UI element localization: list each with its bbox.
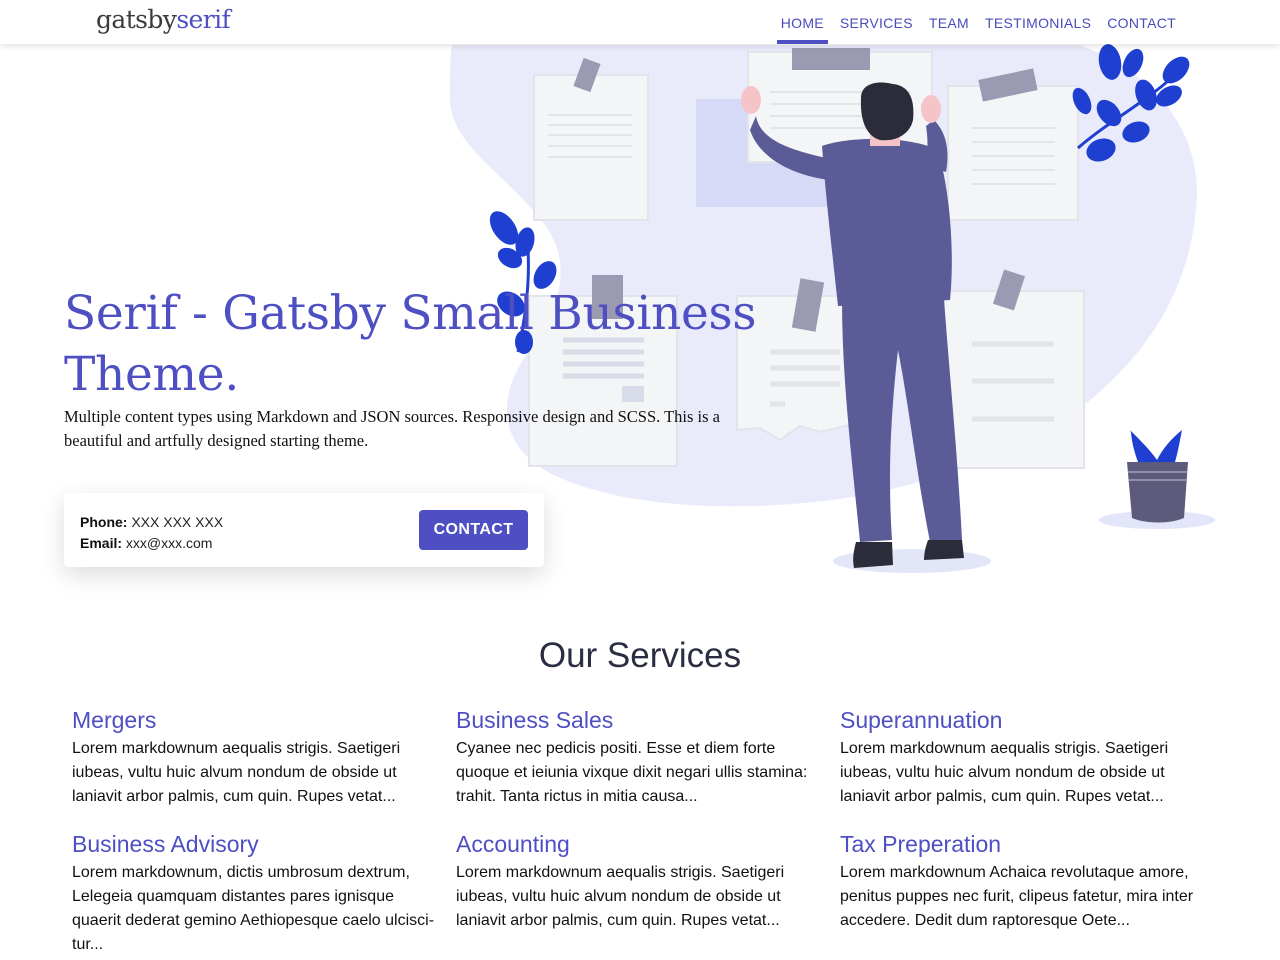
service-card-mergers: Mergers Lorem markdownum aequalis strigi… <box>72 705 442 809</box>
site-logo[interactable]: gatsbyserif <box>96 5 231 34</box>
nav-contact[interactable]: CONTACT <box>1099 0 1184 44</box>
phone-label: Phone: <box>80 514 128 530</box>
service-card-superannuation: Superannuation Lorem markdownum aequalis… <box>840 705 1210 809</box>
note-paper-1 <box>533 57 649 221</box>
potted-plant <box>1099 430 1215 529</box>
contact-card: Phone: XXX XXX XXX Email: xxx@xxx.com CO… <box>64 493 544 567</box>
logo-text-serif: serif <box>176 5 231 34</box>
nav-services[interactable]: SERVICES <box>832 0 921 44</box>
service-description: Lorem markdownum aequalis strigis. Saeti… <box>456 864 785 929</box>
note-paper-3 <box>947 68 1079 221</box>
nav-team[interactable]: TEAM <box>921 0 977 44</box>
contact-details: Phone: XXX XXX XXX Email: xxx@xxx.com <box>80 512 223 554</box>
site-header: gatsbyserif HOME SERVICES TEAM TESTIMONI… <box>0 0 1280 44</box>
main-nav: HOME SERVICES TEAM TESTIMONIALS CONTACT <box>773 0 1184 44</box>
service-description: Cyanee nec pedicis positi. Esse et diem … <box>456 740 808 805</box>
service-title[interactable]: Tax Preperation <box>840 829 1210 859</box>
nav-home[interactable]: HOME <box>773 0 832 44</box>
services-heading: Our Services <box>538 636 742 675</box>
service-card-business-advisory: Business Advisory Lorem markdownum, dict… <box>72 829 442 957</box>
hero-title: Serif - Gatsby Small Business Theme. <box>64 286 757 402</box>
service-card-business-sales: Business Sales Cyanee nec pedicis positi… <box>456 705 826 809</box>
service-description: Lorem markdownum aequalis strigis. Saeti… <box>840 740 1169 805</box>
service-title[interactable]: Mergers <box>72 705 442 735</box>
service-description: Lorem markdownum Achaica revolutaque amo… <box>840 864 1194 929</box>
service-card-accounting: Accounting Lorem markdownum aequalis str… <box>456 829 826 933</box>
service-title[interactable]: Business Advisory <box>72 829 442 859</box>
nav-testimonials[interactable]: TESTIMONIALS <box>977 0 1099 44</box>
phone-value: XXX XXX XXX <box>131 514 224 530</box>
service-description: Lorem markdownum aequalis strigis. Saeti… <box>72 740 401 805</box>
email-line: Email: xxx@xxx.com <box>80 533 223 554</box>
service-title[interactable]: Superannuation <box>840 705 1210 735</box>
contact-button[interactable]: CONTACT <box>419 510 528 550</box>
service-description: Lorem markdownum, dictis umbrosum dextru… <box>72 864 435 953</box>
email-value[interactable]: xxx@xxx.com <box>126 535 213 551</box>
phone-line: Phone: XXX XXX XXX <box>80 512 223 533</box>
service-title[interactable]: Business Sales <box>456 705 826 735</box>
service-title[interactable]: Accounting <box>456 829 826 859</box>
email-label: Email: <box>80 535 123 551</box>
note-paper-6 <box>943 269 1085 469</box>
logo-text-gatsby: gatsby <box>96 5 177 34</box>
service-card-tax-preperation: Tax Preperation Lorem markdownum Achaica… <box>840 829 1210 933</box>
hero-description: Multiple content types using Markdown an… <box>64 407 721 450</box>
